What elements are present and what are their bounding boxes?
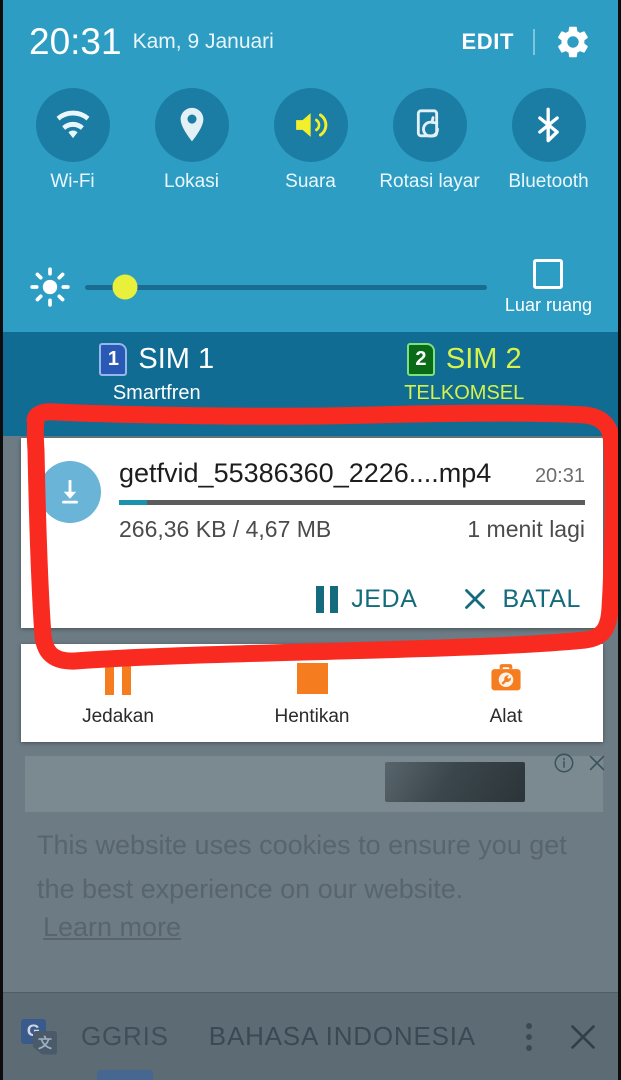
- toggle-wifi-label: Wi-Fi: [50, 171, 95, 192]
- toggle-wifi-circle: [35, 88, 110, 162]
- tool-jedakan[interactable]: Jedakan: [21, 658, 215, 728]
- stop-square-icon: [296, 658, 328, 698]
- tool-jedakan-label: Jedakan: [82, 706, 154, 727]
- ad-controls: [553, 752, 608, 774]
- pause-icon: [105, 658, 131, 698]
- google-translate-bar: G 文 GGRIS BAHASA INDONESIA: [3, 992, 618, 1080]
- brightness-track: [85, 284, 487, 290]
- sim-1-cell[interactable]: 1 SIM 1 Smartfren: [3, 332, 311, 436]
- toggle-bluetooth-label: Bluetooth: [508, 171, 589, 192]
- screen-rotation-icon: [416, 109, 439, 138]
- cookie-consent-text: This website uses cookies to ensure you …: [37, 830, 567, 904]
- brightness-sun-icon: [30, 267, 70, 307]
- download-eta-text: 1 menit lagi: [467, 516, 585, 542]
- download-progress-fill: [119, 500, 147, 505]
- date-label: Kam, 9 Januari: [132, 30, 274, 53]
- cancel-download-button[interactable]: BATAL: [460, 584, 582, 614]
- partial-button-below: [97, 1070, 153, 1080]
- brightness-slider[interactable]: [85, 267, 487, 307]
- download-action-row: JEDA BATAL: [274, 584, 581, 614]
- downloader-tools-card: Jedakan Hentikan Alat: [21, 644, 603, 742]
- quick-toggle-row: Wi-Fi Lokasi Suara Rotasi layar Bluetoot…: [3, 88, 618, 192]
- notification-separator: [21, 628, 603, 644]
- download-arrow-icon: [39, 461, 101, 523]
- sim-1-badge: 1: [99, 343, 128, 376]
- toolbox-wrench-glyph: [491, 664, 521, 691]
- toggle-suara-label: Suara: [285, 171, 336, 192]
- tool-hentikan-label: Hentikan: [274, 706, 350, 727]
- cookie-learn-more-link[interactable]: Learn more: [43, 912, 181, 943]
- sim-2-title: SIM 2: [445, 343, 522, 375]
- tool-alat[interactable]: Alat: [409, 658, 603, 728]
- clock: 20:31: [29, 21, 122, 62]
- sim-2-badge: 2: [406, 343, 435, 376]
- translate-target-language[interactable]: BAHASA INDONESIA: [209, 1021, 476, 1052]
- ad-close-icon[interactable]: [586, 752, 608, 774]
- tool-hentikan[interactable]: Hentikan: [215, 658, 409, 728]
- toggle-lokasi-label: Lokasi: [164, 171, 219, 192]
- location-pin-icon: [180, 107, 203, 142]
- translate-logo-glyph: 文: [33, 1030, 57, 1055]
- tool-alat-label: Alat: [489, 706, 523, 727]
- download-filename: getfvid_55386360_2226....mp4: [119, 458, 492, 488]
- pause-download-label: JEDA: [351, 584, 418, 613]
- close-x-icon[interactable]: [566, 1020, 600, 1054]
- brightness-row: Luar ruang: [3, 252, 618, 322]
- toggle-suara-circle: [273, 88, 348, 162]
- outdoor-label: Luar ruang: [504, 294, 592, 315]
- brightness-thumb[interactable]: [112, 274, 138, 300]
- more-vertical-icon[interactable]: [526, 1022, 532, 1051]
- notification-stack: getfvid_55386360_2226....mp4 20:31 266,3…: [21, 438, 603, 742]
- status-bar: 20:31 Kam, 9 Januari EDIT: [3, 0, 618, 84]
- toggle-lokasi-circle: [154, 88, 229, 162]
- download-timestamp: 20:31: [534, 465, 585, 487]
- google-translate-icon: G 文: [21, 1018, 57, 1055]
- toggle-lokasi[interactable]: Lokasi: [132, 88, 251, 192]
- ad-info-icon[interactable]: [553, 752, 575, 774]
- quick-settings-shade: 20:31 Kam, 9 Januari EDIT Wi-Fi Lokasi S…: [3, 0, 618, 332]
- bluetooth-icon: [537, 107, 559, 143]
- background-page-heading: [65, 776, 114, 807]
- toggle-suara[interactable]: Suara: [251, 88, 370, 192]
- toggle-rotasi-layar[interactable]: Rotasi layar: [370, 88, 489, 192]
- cancel-download-label: BATAL: [502, 584, 581, 613]
- translate-source-language[interactable]: GGRIS: [81, 1021, 169, 1052]
- sim-card-band: 1 SIM 1 Smartfren 2 SIM 2 TELKOMSEL: [3, 332, 618, 436]
- phone-screenshot: 20:31 Kam, 9 Januari EDIT Wi-Fi Lokasi S…: [0, 0, 621, 1080]
- edit-button[interactable]: EDIT: [461, 29, 514, 55]
- toggle-bluetooth[interactable]: Bluetooth: [489, 88, 608, 192]
- outdoor-mode-toggle[interactable]: Luar ruang: [504, 258, 592, 316]
- wifi-icon: [56, 110, 89, 139]
- download-progress-bar: [119, 500, 585, 505]
- toolbox-wrench-icon: [487, 658, 525, 698]
- toggle-wifi[interactable]: Wi-Fi: [13, 88, 132, 192]
- download-notification-card[interactable]: getfvid_55386360_2226....mp4 20:31 266,3…: [21, 438, 603, 628]
- sim-2-cell[interactable]: 2 SIM 2 TELKOMSEL: [311, 332, 619, 436]
- sim-2-carrier: TELKOMSEL: [404, 382, 525, 404]
- toggle-rotasi-layar-circle: [392, 88, 467, 162]
- ad-thumbnail: [385, 762, 525, 802]
- gear-icon[interactable]: [554, 23, 592, 61]
- toggle-bluetooth-circle: [511, 88, 586, 162]
- pause-icon: [316, 585, 339, 613]
- download-size-text: 266,36 KB / 4,67 MB: [119, 516, 332, 542]
- sim-1-title: SIM 1: [138, 343, 215, 375]
- divider: [533, 29, 535, 55]
- outdoor-checkbox[interactable]: [533, 258, 564, 289]
- pause-download-button[interactable]: JEDA: [316, 585, 417, 614]
- close-x-icon: [464, 589, 485, 609]
- sim-1-carrier: Smartfren: [112, 382, 201, 404]
- toggle-rotasi-layar-label: Rotasi layar: [379, 171, 480, 192]
- volume-speaker-icon: [295, 113, 327, 137]
